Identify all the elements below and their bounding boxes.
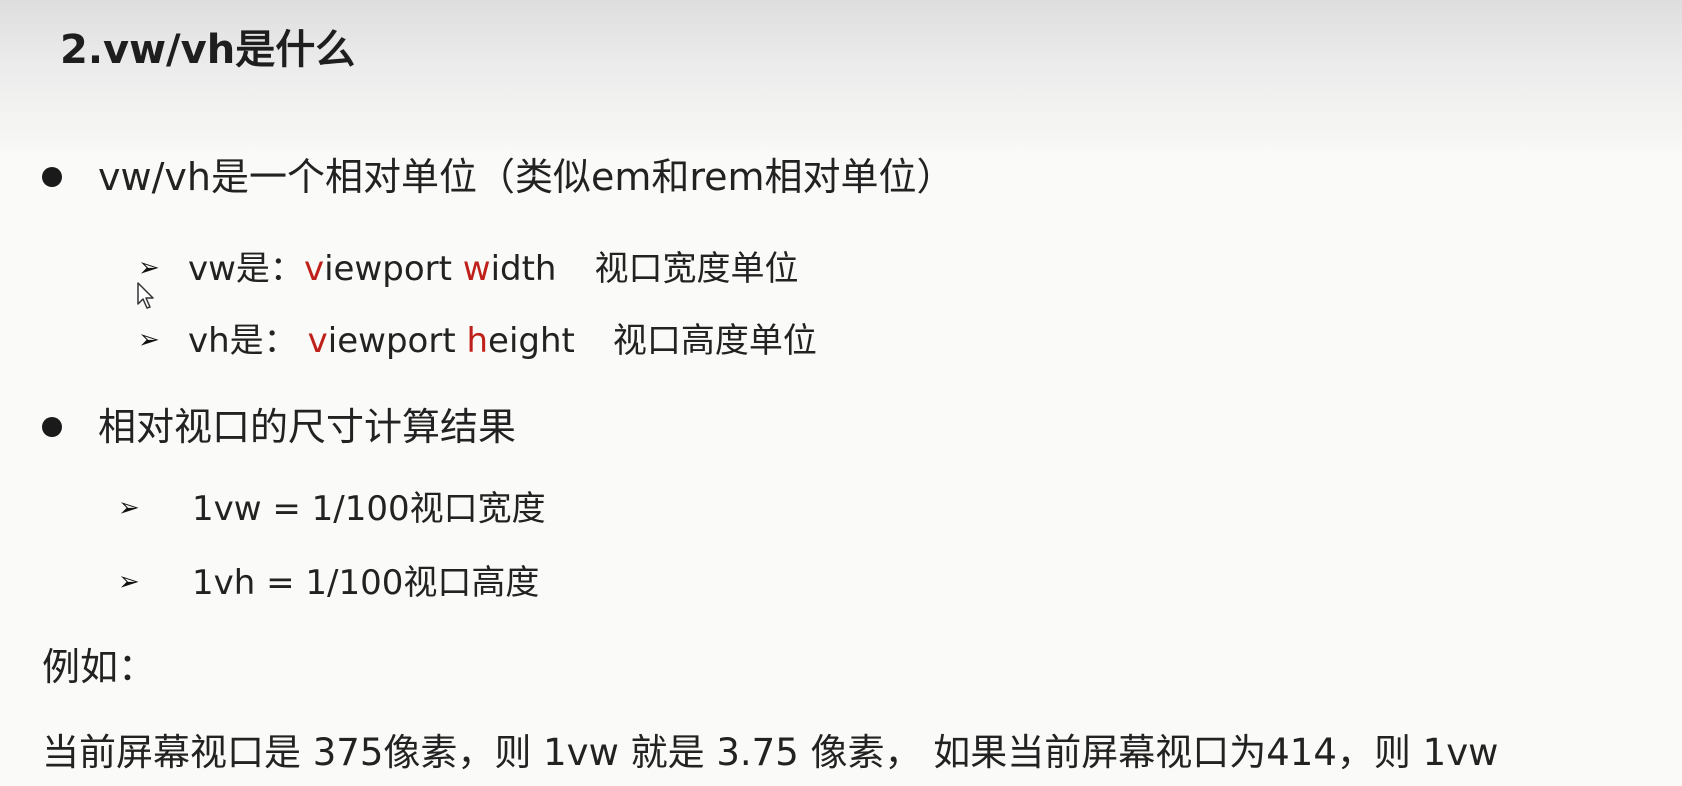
sub-text: 1vh = 1/100视口高度: [192, 563, 540, 603]
highlight-letter: h: [466, 321, 489, 361]
sub-item-1vw: ➢ 1vw = 1/100视口宽度: [118, 486, 546, 534]
highlight-letter: w: [462, 249, 491, 289]
bullet-dot-icon: [42, 166, 62, 187]
arrowhead-icon: ➢: [138, 324, 160, 355]
sub-item-1vh: ➢ 1vh = 1/100视口高度: [118, 560, 539, 608]
example-text: 当前屏幕视口是 375像素，则 1vw 就是 3.75 像素， 如果当前屏幕视口…: [42, 731, 1499, 774]
bullet-item-vwvh-definition: vw/vh是一个相对单位（类似em和rem相对单位）: [42, 152, 955, 202]
sub-text: iewport: [327, 321, 467, 361]
bullet-item-calculation: 相对视口的尺寸计算结果: [42, 402, 516, 452]
bullet-text: 相对视口的尺寸计算结果: [98, 405, 517, 449]
highlight-letter: v: [307, 321, 328, 361]
sub-text: eight: [488, 321, 575, 361]
sub-text: iewport: [324, 249, 463, 289]
sub-item-vw: ➢ vw是：viewport width 视口宽度单位: [138, 246, 798, 294]
mouse-pointer-icon: [137, 282, 154, 309]
sub-item-vh: ➢ vh是： viewport height 视口高度单位: [138, 318, 817, 366]
sub-desc: 视口高度单位: [612, 321, 817, 361]
bullet-text: vw/vh是一个相对单位（类似em和rem相对单位）: [98, 155, 955, 199]
example-label: 例如：: [42, 645, 157, 689]
page-title: 2.vw/vh是什么: [60, 27, 356, 73]
sub-text: idth: [490, 249, 557, 289]
bullet-dot-icon: [42, 416, 62, 437]
arrowhead-icon: ➢: [118, 566, 140, 597]
sub-prefix: vw是：: [188, 249, 304, 289]
sub-prefix: vh是：: [188, 321, 298, 361]
arrowhead-icon: ➢: [118, 492, 140, 523]
highlight-letter: v: [303, 249, 325, 289]
sub-desc: 视口宽度单位: [594, 249, 799, 289]
sub-text: 1vw = 1/100视口宽度: [192, 489, 546, 529]
